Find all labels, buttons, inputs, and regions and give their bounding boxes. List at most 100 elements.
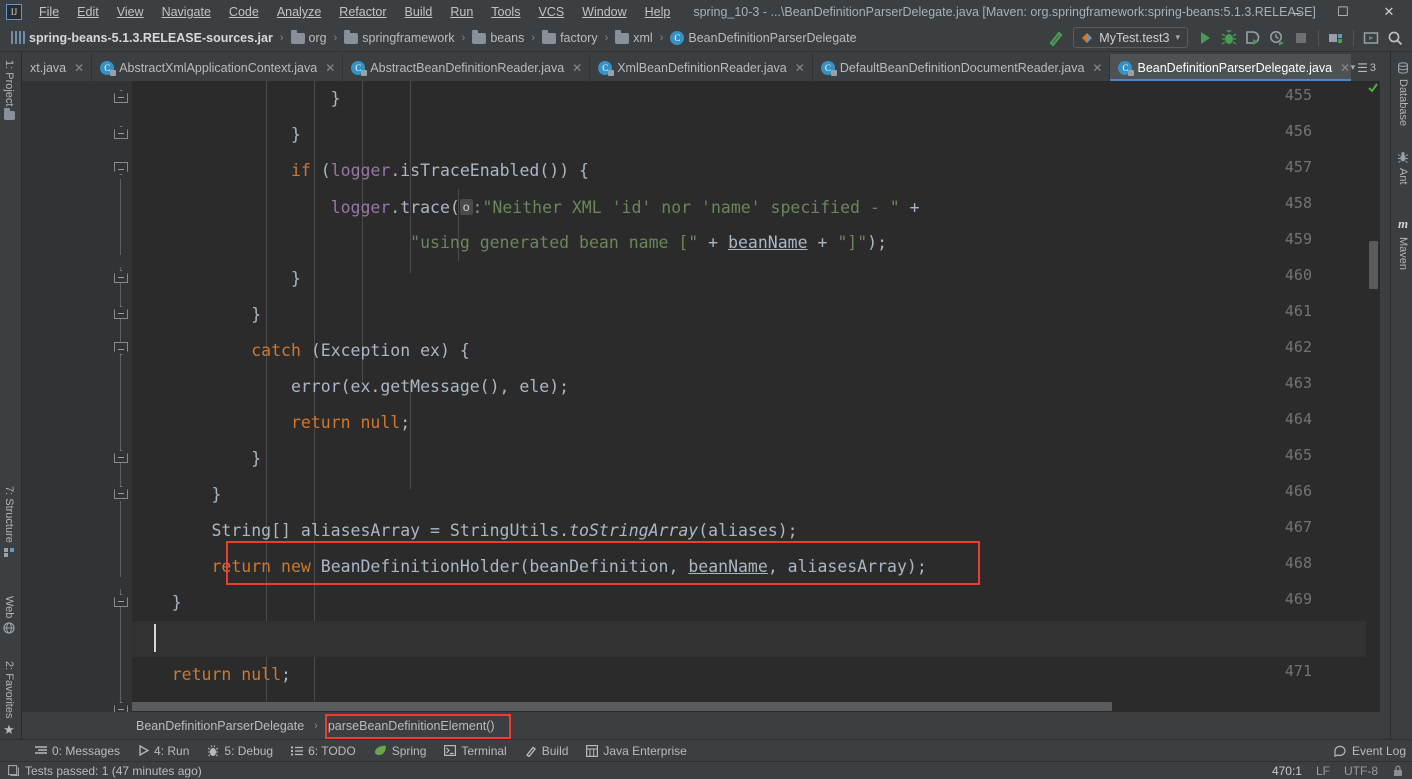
- run-icon[interactable]: [1194, 27, 1216, 49]
- sidebar-item-favorites[interactable]: 2: Favorites ★: [0, 657, 18, 742]
- navbar-crumb-jar[interactable]: spring-beans-5.1.3.RELEASE-sources.jar: [8, 29, 276, 47]
- settings-window-icon[interactable]: [1360, 27, 1382, 49]
- tool-window-todo[interactable]: 6: TODO: [282, 742, 365, 760]
- code-line[interactable]: }: [132, 585, 1380, 621]
- search-icon[interactable]: [1384, 27, 1406, 49]
- code-line[interactable]: }: [132, 81, 1380, 117]
- menu-edit[interactable]: Edit: [68, 3, 108, 21]
- editor-gutter[interactable]: [22, 81, 132, 712]
- code-line[interactable]: return null;: [132, 405, 1380, 441]
- navbar-crumb-class[interactable]: C BeanDefinitionParserDelegate: [667, 29, 859, 47]
- menu-help[interactable]: Help: [636, 3, 680, 21]
- breadcrumb-method[interactable]: parseBeanDefinitionElement(): [322, 716, 501, 736]
- code-line-current[interactable]: [132, 621, 1380, 657]
- editor-tab-abstractbeandefinitionreader[interactable]: C AbstractBeanDefinitionReader.java ✕: [343, 54, 591, 81]
- tool-window-messages[interactable]: 0: Messages: [26, 742, 129, 760]
- navbar-crumb-springframework[interactable]: springframework: [341, 29, 457, 47]
- stop-icon[interactable]: [1290, 27, 1312, 49]
- menu-view[interactable]: View: [108, 3, 153, 21]
- debug-icon[interactable]: [1218, 27, 1240, 49]
- tool-window-spring[interactable]: Spring: [365, 742, 436, 760]
- navbar-separator: ›: [461, 31, 466, 44]
- menu-vcs[interactable]: VCS: [529, 3, 573, 21]
- sidebar-item-project[interactable]: 1: Project: [0, 56, 18, 124]
- menu-build[interactable]: Build: [396, 3, 442, 21]
- code-token: +: [807, 233, 838, 252]
- sidebar-item-maven[interactable]: m Maven: [1394, 212, 1412, 274]
- code-line[interactable]: if (logger.isTraceEnabled()) {: [132, 153, 1380, 189]
- folder-icon: [615, 29, 630, 44]
- menu-window[interactable]: Window: [573, 3, 635, 21]
- code-line[interactable]: }: [132, 297, 1380, 333]
- editor-tab-defaultbeandefinitiondocumentreader[interactable]: C DefaultBeanDefinitionDocumentReader.ja…: [813, 54, 1111, 81]
- menu-edit-label: Edit: [77, 5, 99, 19]
- code-line[interactable]: error(ex.getMessage(), ele);: [132, 369, 1380, 405]
- tool-window-build[interactable]: Build: [516, 742, 578, 760]
- tool-window-terminal[interactable]: Terminal: [435, 742, 515, 760]
- menu-analyze[interactable]: Analyze: [268, 3, 330, 21]
- editor-tab-beandefinitionparserdelegate[interactable]: C BeanDefinitionParserDelegate.java ✕: [1110, 54, 1359, 81]
- navbar-crumb-org[interactable]: org: [288, 29, 330, 47]
- code-editor[interactable]: 455 456 457 458 459 460 461 462 463 464 …: [22, 81, 1380, 712]
- close-icon[interactable]: ✕: [572, 61, 582, 75]
- navbar-crumb-beans[interactable]: beans: [469, 29, 527, 47]
- close-icon[interactable]: ✕: [1340, 61, 1350, 75]
- code-text-area[interactable]: } } if (logger.isTraceEnabled()) { logge…: [132, 81, 1380, 712]
- menu-file[interactable]: File: [30, 3, 68, 21]
- code-line[interactable]: catch (Exception ex) {: [132, 333, 1380, 369]
- code-line[interactable]: return null;: [132, 657, 1380, 693]
- sidebar-item-structure[interactable]: 7: Structure: [0, 482, 18, 562]
- close-icon[interactable]: ✕: [795, 61, 805, 75]
- sidebar-item-ant[interactable]: Ant: [1394, 147, 1412, 189]
- navbar-crumb-beans-label: beans: [490, 30, 525, 45]
- editor-tab-overflow[interactable]: ▾ ☰ 3: [1350, 54, 1380, 81]
- code-line[interactable]: logger.trace(o:"Neither XML 'id' nor 'na…: [132, 189, 1380, 225]
- scrollbar-thumb-horizontal[interactable]: [132, 702, 1112, 711]
- close-icon[interactable]: ✕: [325, 61, 335, 75]
- menu-run[interactable]: Run: [441, 3, 482, 21]
- code-line[interactable]: String[] aliasesArray = StringUtils.toSt…: [132, 513, 1380, 549]
- sidebar-item-database[interactable]: Database: [1394, 58, 1412, 130]
- event-log-button[interactable]: Event Log: [1334, 744, 1406, 758]
- code-line-highlighted[interactable]: return new BeanDefinitionHolder(beanDefi…: [132, 549, 1380, 585]
- menu-navigate[interactable]: Navigate: [153, 3, 220, 21]
- editor-tab-abstractxmlapplicationcontext[interactable]: C AbstractXmlApplicationContext.java ✕: [92, 54, 344, 81]
- run-with-coverage-icon[interactable]: [1242, 27, 1264, 49]
- menu-refactor[interactable]: Refactor: [330, 3, 395, 21]
- menu-code[interactable]: Code: [220, 3, 268, 21]
- close-icon[interactable]: ✕: [1092, 61, 1102, 75]
- sidebar-item-web[interactable]: Web: [0, 592, 18, 638]
- tool-window-java-enterprise[interactable]: Java Enterprise: [577, 742, 695, 760]
- run-configuration-selector[interactable]: MyTest.test3 ▾: [1073, 27, 1188, 48]
- close-icon[interactable]: ✕: [74, 61, 84, 75]
- tool-window-debug[interactable]: 5: Debug: [198, 742, 282, 760]
- code-line[interactable]: }: [132, 477, 1380, 513]
- editor-horizontal-scrollbar[interactable]: [132, 701, 1366, 712]
- scrollbar-thumb[interactable]: [1369, 241, 1378, 289]
- parameter-hint[interactable]: o: [459, 199, 473, 215]
- code-line[interactable]: }: [132, 261, 1380, 297]
- project-structure-icon[interactable]: [1325, 27, 1347, 49]
- encoding-indicator[interactable]: UTF-8: [1344, 764, 1378, 778]
- code-line[interactable]: "using generated bean name [" + beanName…: [132, 225, 1380, 261]
- navbar-crumb-factory[interactable]: factory: [539, 29, 601, 47]
- editor-tab-xt-java[interactable]: xt.java ✕: [22, 54, 93, 81]
- close-button[interactable]: ✕: [1366, 0, 1412, 24]
- profile-icon[interactable]: [1266, 27, 1288, 49]
- tool-window-terminal-label: Terminal: [461, 743, 507, 758]
- editor-tab-xmlbeandefinitionreader[interactable]: C XmlBeanDefinitionReader.java ✕: [590, 54, 813, 81]
- editor-vertical-scrollbar[interactable]: [1366, 81, 1380, 712]
- code-line[interactable]: }: [132, 117, 1380, 153]
- lock-icon[interactable]: [1392, 765, 1404, 777]
- code-line[interactable]: }: [132, 441, 1380, 477]
- build-hammer-icon[interactable]: [1045, 27, 1067, 49]
- run-configuration-label: MyTest.test3: [1099, 30, 1170, 45]
- menu-tools[interactable]: Tools: [482, 3, 529, 21]
- line-separator-indicator[interactable]: LF: [1316, 764, 1330, 778]
- tool-window-run[interactable]: 4: Run: [129, 742, 198, 760]
- caret-position-indicator[interactable]: 470:1: [1272, 764, 1302, 778]
- maximize-button[interactable]: ☐: [1320, 0, 1366, 24]
- navbar-crumb-xml[interactable]: xml: [612, 29, 655, 47]
- minimize-button[interactable]: –: [1274, 0, 1320, 24]
- breadcrumb-class[interactable]: BeanDefinitionParserDelegate: [130, 716, 310, 736]
